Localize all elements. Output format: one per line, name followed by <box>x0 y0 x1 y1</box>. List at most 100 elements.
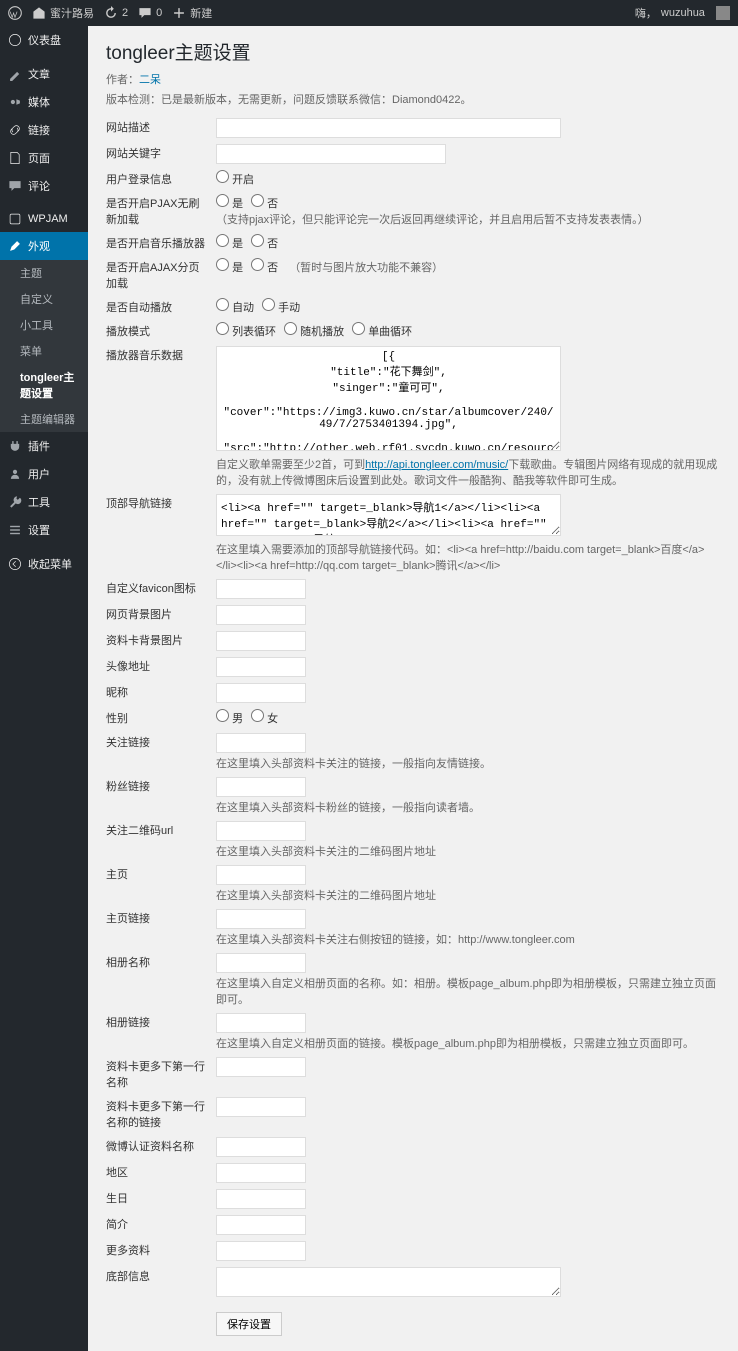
new-link[interactable]: 新建 <box>172 5 212 21</box>
sidebar-dashboard[interactable]: 仪表盘 <box>0 26 88 54</box>
radio-pjax-yes[interactable]: 是 <box>216 198 243 210</box>
label-bottom-info: 底部信息 <box>106 1264 216 1303</box>
input-more-line-link[interactable] <box>216 1097 306 1117</box>
greeting-text: 嗨， <box>635 5 657 21</box>
comments-link[interactable]: 0 <box>138 6 162 20</box>
input-site-desc[interactable] <box>216 118 561 138</box>
radio-music-yes[interactable]: 是 <box>216 238 243 250</box>
sidebar-pages[interactable]: 页面 <box>0 144 88 172</box>
site-name-text: 蜜汁路易 <box>50 5 94 21</box>
desc-follow: 在这里填入头部资料卡关注的链接，一般指向友情链接。 <box>216 755 720 771</box>
desc-qr: 在这里填入头部资料卡关注的二维码图片地址 <box>216 843 720 859</box>
submenu-menu[interactable]: 菜单 <box>0 338 88 364</box>
input-card-bg[interactable] <box>216 631 306 651</box>
label-nickname: 昵称 <box>106 680 216 706</box>
input-weibo-cert[interactable] <box>216 1137 306 1157</box>
label-follow: 关注链接 <box>106 730 216 774</box>
label-play-mode: 播放模式 <box>106 319 216 343</box>
label-region: 地区 <box>106 1160 216 1186</box>
radio-ajax-yes[interactable]: 是 <box>216 262 243 274</box>
radio-ajax-no[interactable]: 否 <box>251 262 278 274</box>
desc-album-link: 在这里填入自定义相册页面的链接。模板page_album.php即为相册模板，只… <box>216 1035 720 1051</box>
radio-single[interactable]: 单曲循环 <box>352 326 412 338</box>
input-more-info[interactable] <box>216 1241 306 1261</box>
hint-ajax: （暂时与图片放大功能不兼容） <box>289 262 443 274</box>
radio-auto[interactable]: 自动 <box>216 302 254 314</box>
input-more-line-name[interactable] <box>216 1057 306 1077</box>
label-music-data: 播放器音乐数据 <box>106 343 216 491</box>
sidebar-appearance[interactable]: 外观 <box>0 232 88 260</box>
radio-male[interactable]: 男 <box>216 713 243 725</box>
label-more-line-name: 资料卡更多下第一行名称 <box>106 1054 216 1094</box>
label-home: 主页 <box>106 862 216 906</box>
sidebar-wpjam[interactable]: WPJAM <box>0 206 88 232</box>
input-intro[interactable] <box>216 1215 306 1235</box>
label-album-link: 相册链接 <box>106 1010 216 1054</box>
input-region[interactable] <box>216 1163 306 1183</box>
input-bg[interactable] <box>216 605 306 625</box>
label-site-desc: 网站描述 <box>106 115 216 141</box>
label-home-link: 主页链接 <box>106 906 216 950</box>
input-album-link[interactable] <box>216 1013 306 1033</box>
label-album-name: 相册名称 <box>106 950 216 1010</box>
input-avatar[interactable] <box>216 657 306 677</box>
radio-login-on[interactable]: 开启 <box>216 174 254 186</box>
input-favicon[interactable] <box>216 579 306 599</box>
sidebar-settings[interactable]: 设置 <box>0 516 88 544</box>
desc-music-url[interactable]: http://api.tongleer.com/music/ <box>365 459 508 471</box>
submenu-widgets[interactable]: 小工具 <box>0 312 88 338</box>
desc-nav: 在这里填入需要添加的顶部导航链接代码。如：<li><a href=http://… <box>216 541 720 573</box>
save-button[interactable]: 保存设置 <box>216 1312 282 1336</box>
radio-manual[interactable]: 手动 <box>262 302 300 314</box>
label-ajax-page: 是否开启AJAX分页加载 <box>106 255 216 295</box>
sidebar-collapse[interactable]: 收起菜单 <box>0 550 88 578</box>
submenu-editor[interactable]: 主题编辑器 <box>0 406 88 432</box>
input-album-name[interactable] <box>216 953 306 973</box>
input-follow[interactable] <box>216 733 306 753</box>
submenu-tongleer[interactable]: tongleer主题设置 <box>0 364 88 406</box>
textarea-music-data[interactable] <box>216 346 561 451</box>
label-intro: 简介 <box>106 1212 216 1238</box>
label-login-info: 用户登录信息 <box>106 167 216 191</box>
sidebar-comments[interactable]: 评论 <box>0 172 88 200</box>
user-greeting[interactable]: 嗨，wuzuhua <box>635 5 730 21</box>
input-birthday[interactable] <box>216 1189 306 1209</box>
sidebar-tools[interactable]: 工具 <box>0 488 88 516</box>
sidebar-links[interactable]: 链接 <box>0 116 88 144</box>
radio-random[interactable]: 随机播放 <box>284 326 344 338</box>
radio-music-no[interactable]: 否 <box>251 238 278 250</box>
radio-pjax-no[interactable]: 否 <box>251 198 278 210</box>
author-link[interactable]: 二呆 <box>139 74 161 86</box>
desc-home-link: 在这里填入头部资料卡关注右侧按钮的链接，如：http://www.tonglee… <box>216 931 720 947</box>
submenu-theme[interactable]: 主题 <box>0 260 88 286</box>
label-autoplay: 是否自动播放 <box>106 295 216 319</box>
textarea-bottom-info[interactable] <box>216 1267 561 1297</box>
input-qr[interactable] <box>216 821 306 841</box>
sidebar-media[interactable]: 媒体 <box>0 88 88 116</box>
desc-music-1: 自定义歌单需要至少2首，可到 <box>216 459 365 471</box>
sidebar-plugins[interactable]: 插件 <box>0 432 88 460</box>
version-note: 版本检测：已是最新版本，无需更新，问题反馈联系微信：Diamond0422。 <box>106 91 720 107</box>
label-fans: 粉丝链接 <box>106 774 216 818</box>
input-fans[interactable] <box>216 777 306 797</box>
radio-female[interactable]: 女 <box>251 713 278 725</box>
page-title: tongleer主题设置 <box>106 38 720 65</box>
sidebar-users[interactable]: 用户 <box>0 460 88 488</box>
textarea-nav[interactable] <box>216 494 561 536</box>
author-label: 作者： <box>106 74 139 86</box>
input-keywords[interactable] <box>216 144 446 164</box>
label-birthday: 生日 <box>106 1186 216 1212</box>
updates-link[interactable]: 2 <box>104 6 128 20</box>
sidebar-posts[interactable]: 文章 <box>0 60 88 88</box>
input-home-link[interactable] <box>216 909 306 929</box>
input-nickname[interactable] <box>216 683 306 703</box>
desc-fans: 在这里填入头部资料卡粉丝的链接，一般指向读者墙。 <box>216 799 720 815</box>
label-bg: 网页背景图片 <box>106 602 216 628</box>
wp-logo[interactable] <box>8 6 22 20</box>
site-name[interactable]: 蜜汁路易 <box>32 5 94 21</box>
submenu-custom[interactable]: 自定义 <box>0 286 88 312</box>
radio-list-loop[interactable]: 列表循环 <box>216 326 276 338</box>
input-home[interactable] <box>216 865 306 885</box>
label-more-line-link: 资料卡更多下第一行名称的链接 <box>106 1094 216 1134</box>
label-top-nav: 顶部导航链接 <box>106 491 216 576</box>
